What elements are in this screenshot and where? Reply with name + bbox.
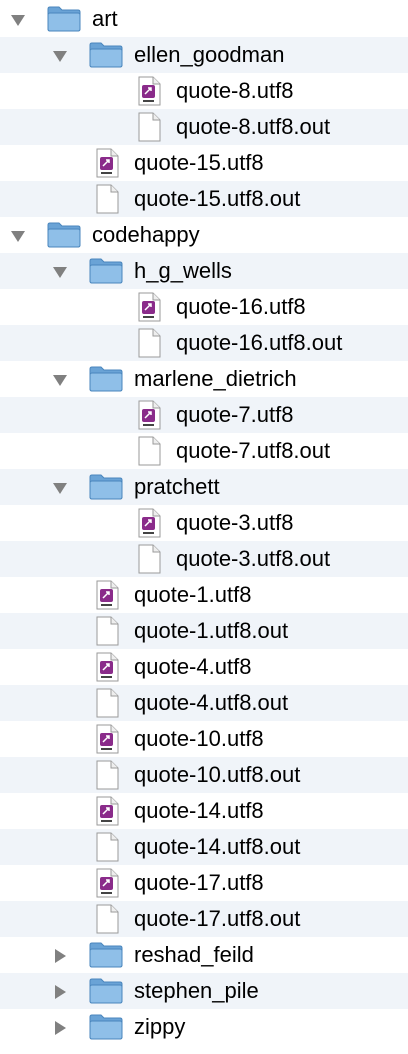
file-label: quote-10.utf8.out — [134, 762, 301, 787]
file-label: quote-14.utf8 — [134, 798, 264, 823]
file-label: quote-10.utf8 — [134, 726, 264, 751]
file-row[interactable]: quote-10.utf8.out — [0, 757, 408, 793]
file-row[interactable]: quote-15.utf8 — [0, 145, 408, 181]
file-row[interactable]: quote-16.utf8.out — [0, 325, 408, 361]
file-label: quote-4.utf8.out — [134, 690, 289, 715]
file-row[interactable]: quote-1.utf8.out — [0, 613, 408, 649]
file-label: quote-4.utf8 — [134, 654, 252, 679]
file-label: quote-8.utf8 — [176, 78, 294, 103]
text-file-icon — [130, 399, 166, 431]
file-tree: art ellen_goodman quote-8.utf8 quote-8.utf8… — [0, 0, 408, 1054]
folder-row[interactable]: reshad_feild — [0, 937, 408, 973]
text-file-icon — [130, 75, 166, 107]
text-file-icon — [88, 867, 124, 899]
file-row[interactable]: quote-8.utf8 — [0, 73, 408, 109]
file-row[interactable]: quote-7.utf8 — [0, 397, 408, 433]
folder-label: codehappy — [92, 222, 200, 247]
file-row[interactable]: quote-3.utf8 — [0, 505, 408, 541]
text-file-icon — [88, 723, 124, 755]
blank-file-icon — [130, 327, 166, 359]
file-label: quote-8.utf8.out — [176, 114, 331, 139]
folder-row[interactable]: art — [0, 1, 408, 37]
folder-row[interactable]: pratchett — [0, 469, 408, 505]
file-row[interactable]: quote-3.utf8.out — [0, 541, 408, 577]
blank-file-icon — [88, 615, 124, 647]
blank-file-icon — [88, 759, 124, 791]
folder-row[interactable]: zippy — [0, 1009, 408, 1045]
file-row[interactable]: quote-14.utf8.out — [0, 829, 408, 865]
folder-row[interactable]: stephen_pile — [0, 973, 408, 1009]
folder-label: pratchett — [134, 474, 220, 499]
blank-file-icon — [130, 435, 166, 467]
blank-file-icon — [88, 831, 124, 863]
blank-file-icon — [88, 183, 124, 215]
blank-file-icon — [130, 543, 166, 575]
disclosure-expanded-icon[interactable] — [52, 480, 68, 496]
folder-label: ellen_goodman — [134, 42, 285, 67]
disclosure-expanded-icon[interactable] — [10, 228, 26, 244]
folder-label: stephen_pile — [134, 978, 259, 1003]
file-label: quote-17.utf8.out — [134, 906, 301, 931]
file-row[interactable]: quote-16.utf8 — [0, 289, 408, 325]
text-file-icon — [88, 795, 124, 827]
folder-label: h_g_wells — [134, 258, 232, 283]
file-label: quote-7.utf8.out — [176, 438, 331, 463]
folder-icon — [88, 255, 124, 287]
text-file-icon — [130, 507, 166, 539]
folder-label: art — [92, 6, 118, 31]
file-label: quote-7.utf8 — [176, 402, 294, 427]
disclosure-expanded-icon[interactable] — [52, 372, 68, 388]
folder-icon — [88, 363, 124, 395]
file-row[interactable]: quote-17.utf8.out — [0, 901, 408, 937]
folder-label: reshad_feild — [134, 942, 254, 967]
file-label: quote-14.utf8.out — [134, 834, 301, 859]
folder-icon — [88, 939, 124, 971]
text-file-icon — [88, 579, 124, 611]
file-row[interactable]: quote-17.utf8 — [0, 865, 408, 901]
text-file-icon — [88, 651, 124, 683]
folder-icon — [46, 219, 82, 251]
folder-icon — [88, 471, 124, 503]
disclosure-collapsed-icon[interactable] — [52, 948, 68, 964]
folder-row[interactable]: ellen_goodman — [0, 37, 408, 73]
file-label: quote-1.utf8.out — [134, 618, 289, 643]
folder-icon — [88, 39, 124, 71]
file-row[interactable]: quote-14.utf8 — [0, 793, 408, 829]
file-row[interactable]: quote-4.utf8 — [0, 649, 408, 685]
disclosure-expanded-icon[interactable] — [52, 264, 68, 280]
file-label: quote-16.utf8 — [176, 294, 306, 319]
folder-row[interactable]: marlene_dietrich — [0, 361, 408, 397]
text-file-icon — [88, 147, 124, 179]
disclosure-expanded-icon[interactable] — [10, 12, 26, 28]
folder-label: zippy — [134, 1014, 186, 1039]
file-row[interactable]: quote-1.utf8 — [0, 577, 408, 613]
disclosure-collapsed-icon[interactable] — [52, 1020, 68, 1036]
disclosure-expanded-icon[interactable] — [52, 48, 68, 64]
file-row[interactable]: quote-4.utf8.out — [0, 685, 408, 721]
file-row[interactable]: quote-7.utf8.out — [0, 433, 408, 469]
blank-file-icon — [88, 903, 124, 935]
file-label: quote-15.utf8 — [134, 150, 264, 175]
file-label: quote-15.utf8.out — [134, 186, 301, 211]
folder-label: marlene_dietrich — [134, 366, 297, 391]
folder-icon — [88, 1011, 124, 1043]
file-row[interactable]: quote-10.utf8 — [0, 721, 408, 757]
blank-file-icon — [130, 111, 166, 143]
file-label: quote-3.utf8.out — [176, 546, 331, 571]
folder-icon — [88, 975, 124, 1007]
file-label: quote-17.utf8 — [134, 870, 264, 895]
file-label: quote-1.utf8 — [134, 582, 252, 607]
file-row[interactable]: quote-15.utf8.out — [0, 181, 408, 217]
folder-row[interactable]: codehappy — [0, 217, 408, 253]
file-label: quote-16.utf8.out — [176, 330, 343, 355]
folder-row[interactable]: h_g_wells — [0, 253, 408, 289]
text-file-icon — [130, 291, 166, 323]
folder-icon — [46, 3, 82, 35]
disclosure-collapsed-icon[interactable] — [52, 984, 68, 1000]
file-label: quote-3.utf8 — [176, 510, 294, 535]
blank-file-icon — [88, 687, 124, 719]
file-row[interactable]: quote-8.utf8.out — [0, 109, 408, 145]
